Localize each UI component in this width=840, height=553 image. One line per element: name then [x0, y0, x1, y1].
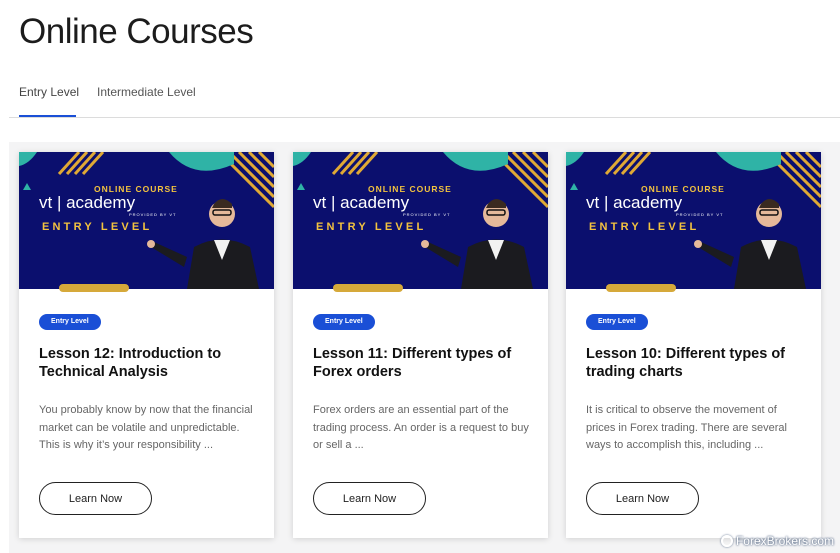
banner-accent-bar	[59, 284, 129, 292]
learn-now-button[interactable]: Learn Now	[39, 482, 152, 515]
course-description: You probably know by now that the financ…	[39, 404, 253, 451]
page-title: Online Courses	[19, 12, 254, 51]
course-title[interactable]: Lesson 12: Introduction to Technical Ana…	[39, 345, 259, 381]
banner-level-text: ENTRY LEVEL	[316, 221, 427, 233]
course-banner-image[interactable]: ONLINE COURSE vt | academy PROVIDED BY V…	[566, 152, 821, 289]
learn-now-button[interactable]: Learn Now	[586, 482, 699, 515]
banner-level-text: ENTRY LEVEL	[42, 221, 153, 233]
banner-provided-text: PROVIDED BY VT	[676, 212, 724, 217]
tab-intermediate-level[interactable]: Intermediate Level	[97, 85, 196, 99]
banner-accent-bar	[333, 284, 403, 292]
course-title[interactable]: Lesson 10: Different types of trading ch…	[586, 345, 806, 381]
course-card: ONLINE COURSE vt | academy PROVIDED BY V…	[566, 152, 821, 538]
watermark-text: ForexBrokers.com	[735, 534, 834, 548]
banner-provided-text: PROVIDED BY VT	[403, 212, 451, 217]
tab-entry-level[interactable]: Entry Level	[19, 85, 79, 99]
level-badge: Entry Level	[39, 314, 101, 330]
course-description: It is critical to observe the movement o…	[586, 404, 787, 451]
forexbrokers-logo-icon	[720, 535, 733, 547]
course-banner-image[interactable]: ONLINE COURSE vt | academy PROVIDED BY V…	[19, 152, 274, 289]
active-tab-indicator	[19, 115, 76, 117]
course-banner-image[interactable]: ONLINE COURSE vt | academy PROVIDED BY V…	[293, 152, 548, 289]
course-card: ONLINE COURSE vt | academy PROVIDED BY V…	[293, 152, 548, 538]
learn-now-button[interactable]: Learn Now	[313, 482, 426, 515]
banner-level-text: ENTRY LEVEL	[589, 221, 700, 233]
vt-academy-logo: vt | academy	[39, 193, 136, 212]
level-tabs: Entry Level Intermediate Level	[9, 76, 840, 118]
level-badge: Entry Level	[586, 314, 648, 330]
vt-academy-logo: vt | academy	[313, 193, 410, 212]
banner-accent-bar	[606, 284, 676, 292]
level-badge: Entry Level	[313, 314, 375, 330]
banner-provided-text: PROVIDED BY VT	[129, 212, 177, 217]
course-card: ONLINE COURSE vt | academy PROVIDED BY V…	[19, 152, 274, 538]
course-title[interactable]: Lesson 11: Different types of Forex orde…	[313, 345, 533, 381]
vt-academy-logo: vt | academy	[586, 193, 683, 212]
course-description: Forex orders are an essential part of th…	[313, 404, 529, 451]
forexbrokers-watermark: ForexBrokers.com	[720, 534, 834, 548]
